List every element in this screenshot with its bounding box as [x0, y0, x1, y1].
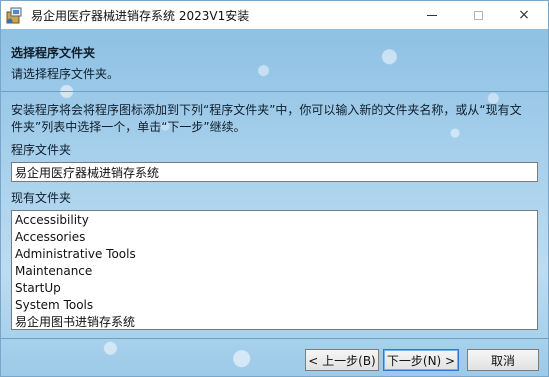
minimize-icon — [427, 14, 437, 16]
page-title: 选择程序文件夹 — [11, 46, 96, 60]
list-item[interactable]: Accessibility — [15, 212, 534, 229]
next-button[interactable]: 下一步(N) > — [383, 349, 459, 371]
existing-folders-label: 现有文件夹 — [11, 191, 72, 205]
maximize-button[interactable] — [455, 1, 501, 29]
close-icon: × — [518, 7, 530, 23]
wizard-content: 选择程序文件夹 请选择程序文件夹。 安装程序将会将程序图标添加到下列“程序文件夹… — [1, 29, 548, 376]
instructions-text: 安装程序将会将程序图标添加到下列“程序文件夹”中，你可以输入新的文件夹名称，或从… — [11, 103, 522, 134]
installer-window: 易企用医疗器械进销存系统 2023V1安装 × 选择程序文件夹 请选择程序文件夹… — [0, 0, 549, 377]
list-item[interactable]: Accessories — [15, 229, 534, 246]
cancel-button[interactable]: 取消 — [467, 349, 539, 371]
list-item[interactable]: 易企用图书进销存系统 — [15, 314, 534, 331]
installer-icon — [6, 7, 22, 24]
list-item[interactable]: Maintenance — [15, 263, 534, 280]
list-item[interactable]: StartUp — [15, 280, 534, 297]
wizard-header: 选择程序文件夹 请选择程序文件夹。 — [1, 29, 548, 92]
page-subtitle: 请选择程序文件夹。 — [11, 67, 120, 81]
title-bar: 易企用医疗器械进销存系统 2023V1安装 × — [1, 1, 548, 30]
window-title: 易企用医疗器械进销存系统 2023V1安装 — [31, 9, 250, 23]
minimize-button[interactable] — [409, 1, 455, 29]
list-item[interactable]: Administrative Tools — [15, 246, 534, 263]
maximize-icon — [473, 10, 483, 20]
list-item[interactable]: System Tools — [15, 297, 534, 314]
existing-folders-list[interactable]: Accessibility Accessories Administrative… — [11, 210, 538, 330]
button-separator — [1, 338, 548, 339]
back-button[interactable]: < 上一步(B) — [305, 349, 379, 371]
close-button[interactable]: × — [501, 1, 547, 29]
program-folder-input[interactable] — [11, 162, 538, 182]
program-folder-label: 程序文件夹 — [11, 143, 72, 157]
